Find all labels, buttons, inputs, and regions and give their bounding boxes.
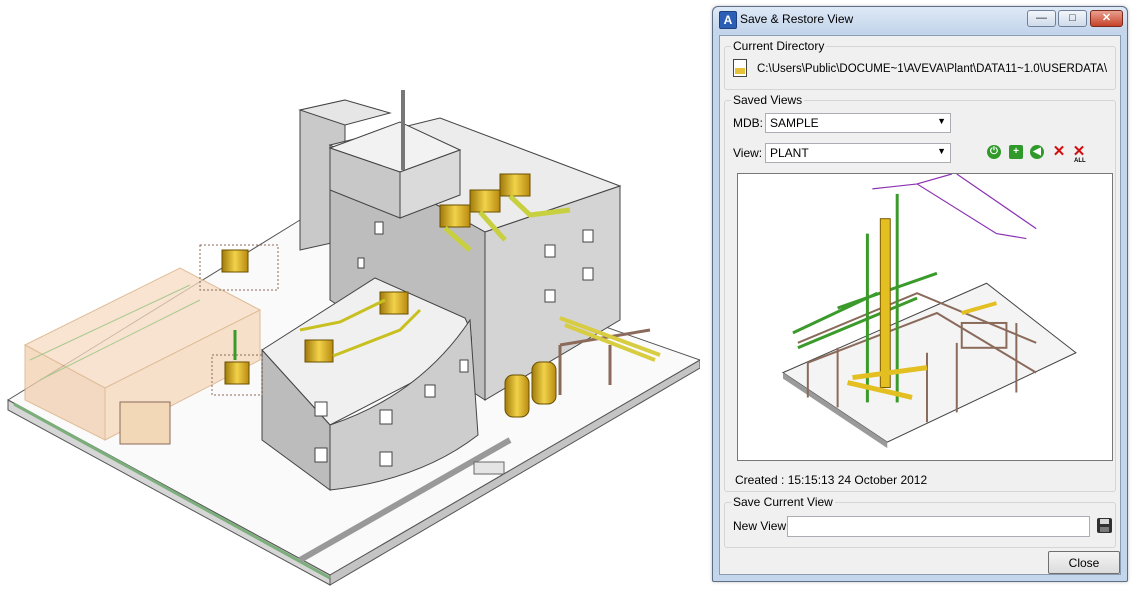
delete-all-caption: ALL: [1074, 158, 1086, 164]
new-view-label: New View:: [733, 519, 790, 533]
view-select[interactable]: PLANT ▼: [765, 143, 951, 163]
window-title: Save & Restore View: [740, 12, 854, 26]
view-select-value: PLANT: [770, 146, 809, 160]
view-label: View:: [733, 146, 763, 160]
aveva-app-icon: A: [719, 11, 737, 29]
saved-views-label: Saved Views: [731, 93, 805, 107]
trench-box: [473, 461, 505, 475]
dialog-client-area: Current Directory C:\Users\Public\DOCUME…: [719, 35, 1121, 575]
current-directory-label: Current Directory: [731, 39, 827, 53]
current-directory-group: Current Directory C:\Users\Public\DOCUME…: [724, 39, 1116, 90]
saved-views-group: Saved Views MDB: SAMPLE ▼ View: PLANT ▼ …: [724, 93, 1116, 492]
mdb-select-value: SAMPLE: [770, 116, 819, 130]
save-icon[interactable]: [1097, 518, 1112, 533]
mdb-select[interactable]: SAMPLE ▼: [765, 113, 951, 133]
plant-3d-model-view[interactable]: [0, 0, 700, 591]
mdb-label: MDB:: [733, 116, 763, 130]
small-enclosure: [119, 401, 171, 445]
close-icon: ✕: [1101, 12, 1112, 24]
maximize-button[interactable]: □: [1058, 10, 1087, 27]
chevron-down-icon: ▼: [937, 146, 946, 156]
chevron-down-icon: ▼: [937, 116, 946, 126]
title-bar[interactable]: A Save & Restore View — □ ✕: [713, 7, 1127, 33]
delete-view-icon[interactable]: ✕: [1052, 144, 1066, 159]
maximize-icon: □: [1069, 12, 1076, 24]
minimize-icon: —: [1036, 12, 1047, 24]
add-view-icon[interactable]: +: [1009, 145, 1023, 159]
close-button[interactable]: Close: [1048, 551, 1120, 574]
new-view-input[interactable]: [787, 516, 1090, 537]
save-current-view-label: Save Current View: [731, 495, 835, 509]
minimize-button[interactable]: —: [1027, 10, 1056, 27]
overwrite-view-icon[interactable]: ◀: [1030, 145, 1044, 159]
delete-all-views-icon[interactable]: ✕ ALL: [1072, 144, 1086, 164]
current-directory-path: C:\Users\Public\DOCUME~1\AVEVA\Plant\DAT…: [757, 63, 1108, 75]
created-timestamp: Created : 15:15:13 24 October 2012: [735, 473, 928, 487]
save-current-view-group: Save Current View New View:: [724, 495, 1116, 548]
folder-icon: [733, 59, 747, 77]
save-restore-view-dialog: A Save & Restore View — □ ✕ Current Dire…: [712, 6, 1128, 582]
restore-view-icon[interactable]: ⏻: [987, 145, 1001, 159]
view-preview-image: [737, 173, 1113, 461]
window-close-button[interactable]: ✕: [1090, 10, 1123, 27]
